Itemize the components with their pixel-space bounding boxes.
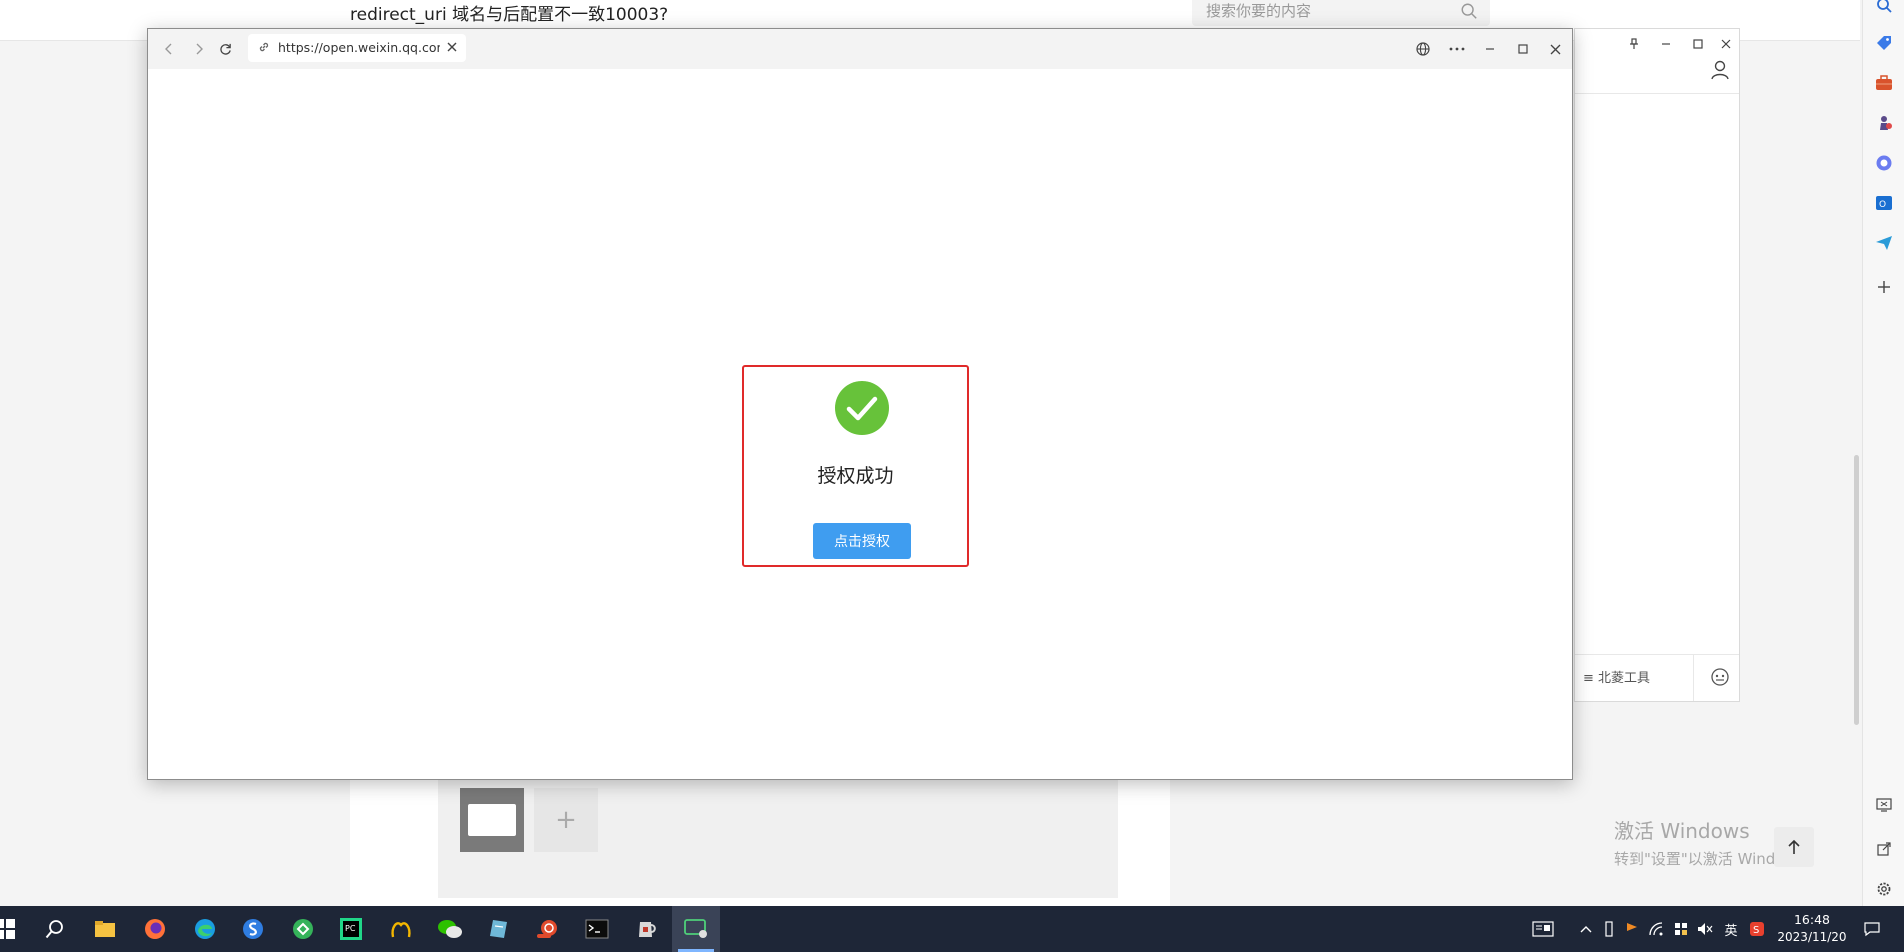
file-explorer-icon[interactable]: [90, 914, 120, 944]
more-dots-icon: [1449, 47, 1465, 51]
popup-content: 授权成功 点击授权: [148, 69, 1572, 779]
back-button[interactable]: [158, 38, 180, 60]
outlook-icon[interactable]: O: [1873, 192, 1895, 214]
terminal-icon[interactable]: [582, 914, 612, 944]
edge-sidebar: O: [1862, 0, 1904, 906]
wechat-devtools-icon[interactable]: [681, 914, 711, 944]
navicat-icon[interactable]: [386, 914, 416, 944]
minimize-button[interactable]: [1479, 38, 1501, 60]
windows-logo-icon: [0, 919, 15, 939]
clear-url-icon[interactable]: [444, 39, 460, 55]
success-check-icon: [835, 381, 889, 435]
side-panel-footer: ≡ 北菱工具: [1575, 654, 1739, 701]
input-method-indicator[interactable]: 英: [1722, 920, 1740, 939]
refresh-icon: [219, 43, 231, 55]
open-external-icon[interactable]: [1873, 838, 1895, 860]
tools-menu[interactable]: ≡ 北菱工具: [1583, 667, 1650, 686]
side-panel-window: ≡ 北菱工具: [1574, 28, 1740, 702]
search-input[interactable]: 搜索你要的内容: [1206, 0, 1311, 21]
usb-drive-icon[interactable]: [1602, 920, 1616, 938]
minimize-icon: [1486, 48, 1494, 50]
close-icon: [1550, 44, 1560, 54]
chevron-up-icon[interactable]: [1578, 920, 1594, 938]
assistant-robot-icon[interactable]: [1709, 666, 1731, 688]
copilot-icon[interactable]: [1873, 152, 1895, 174]
jug-app-icon[interactable]: [631, 914, 661, 944]
answer-editor-area: +: [350, 778, 1170, 906]
edge-browser-icon[interactable]: [190, 914, 220, 944]
sogou-ime-icon[interactable]: S: [1748, 920, 1766, 938]
search-box[interactable]: 搜索你要的内容: [1192, 0, 1490, 26]
pycharm-icon[interactable]: PC: [336, 914, 366, 944]
globe-icon: [1416, 42, 1430, 56]
svg-text:S: S: [1753, 925, 1759, 936]
close-icon[interactable]: [1715, 33, 1737, 55]
add-icon[interactable]: [1873, 276, 1895, 298]
image-upload-area: +: [438, 778, 1118, 898]
windows-taskbar: PC 英 S 16:48 2023/11/20: [0, 906, 1904, 952]
translate-button[interactable]: [1412, 38, 1434, 60]
close-button[interactable]: [1544, 38, 1566, 60]
auth-success-text: 授权成功: [817, 465, 894, 487]
security-shield-icon[interactable]: [1672, 920, 1690, 938]
oauth-popup-window: https://open.weixin.qq.com 授权成功 点击授权: [147, 28, 1573, 780]
chess-icon[interactable]: [1873, 112, 1895, 134]
maximize-icon[interactable]: [1687, 33, 1709, 55]
address-bar[interactable]: https://open.weixin.qq.com: [248, 34, 466, 62]
user-icon[interactable]: [1709, 59, 1731, 81]
search-icon[interactable]: [1460, 2, 1478, 20]
authorize-button[interactable]: 点击授权: [813, 523, 911, 559]
volume-muted-icon[interactable]: [1696, 920, 1714, 938]
refresh-button[interactable]: [214, 38, 236, 60]
toolbox-icon[interactable]: [1873, 72, 1895, 94]
snail-app-icon[interactable]: [532, 914, 562, 944]
arrow-up-icon: [1788, 839, 1800, 854]
maximize-icon: [1518, 44, 1528, 54]
system-clock[interactable]: 16:48 2023/11/20: [1776, 912, 1848, 944]
news-widget-icon[interactable]: [1530, 920, 1556, 938]
chevron-right-icon: [196, 43, 203, 55]
firefox-icon[interactable]: [140, 914, 170, 944]
settings-gear-icon[interactable]: [1873, 878, 1895, 900]
network-icon[interactable]: [1648, 920, 1666, 938]
minimize-icon[interactable]: [1655, 33, 1677, 55]
auth-result-highlight: 授权成功 点击授权: [742, 365, 969, 567]
more-options-button[interactable]: [1446, 38, 1468, 60]
wechat-icon[interactable]: [435, 914, 465, 944]
tag-icon[interactable]: [1873, 32, 1895, 54]
pin-icon[interactable]: [1623, 33, 1645, 55]
uploaded-image-thumbnail[interactable]: [460, 788, 524, 852]
green-app-icon[interactable]: [288, 914, 318, 944]
taskbar-search-button[interactable]: [40, 914, 70, 944]
send-icon[interactable]: [1873, 232, 1895, 254]
flag-icon[interactable]: [1624, 920, 1640, 938]
svg-text:O: O: [1879, 200, 1886, 210]
question-title[interactable]: redirect_uri 域名与后配置不一致10003?: [350, 0, 668, 25]
notification-center-icon[interactable]: [1862, 920, 1882, 938]
search-icon[interactable]: [1873, 0, 1895, 16]
popup-titlebar[interactable]: https://open.weixin.qq.com: [148, 29, 1572, 70]
chevron-left-icon: [165, 43, 172, 55]
screenshot-icon[interactable]: [1873, 794, 1895, 816]
svg-text:PC: PC: [345, 924, 356, 933]
maximize-button[interactable]: [1512, 38, 1534, 60]
url-text[interactable]: https://open.weixin.qq.com: [278, 40, 440, 55]
start-button[interactable]: [0, 914, 20, 944]
back-to-top-button[interactable]: [1774, 827, 1814, 867]
sogou-browser-icon[interactable]: [238, 914, 268, 944]
search-icon: [45, 920, 63, 939]
notebook-icon[interactable]: [484, 914, 514, 944]
forward-button[interactable]: [188, 38, 210, 60]
link-icon: [259, 42, 269, 52]
add-image-button[interactable]: +: [534, 788, 598, 852]
page-scrollbar-thumb[interactable]: [1854, 455, 1859, 725]
side-panel-header: [1575, 29, 1739, 94]
